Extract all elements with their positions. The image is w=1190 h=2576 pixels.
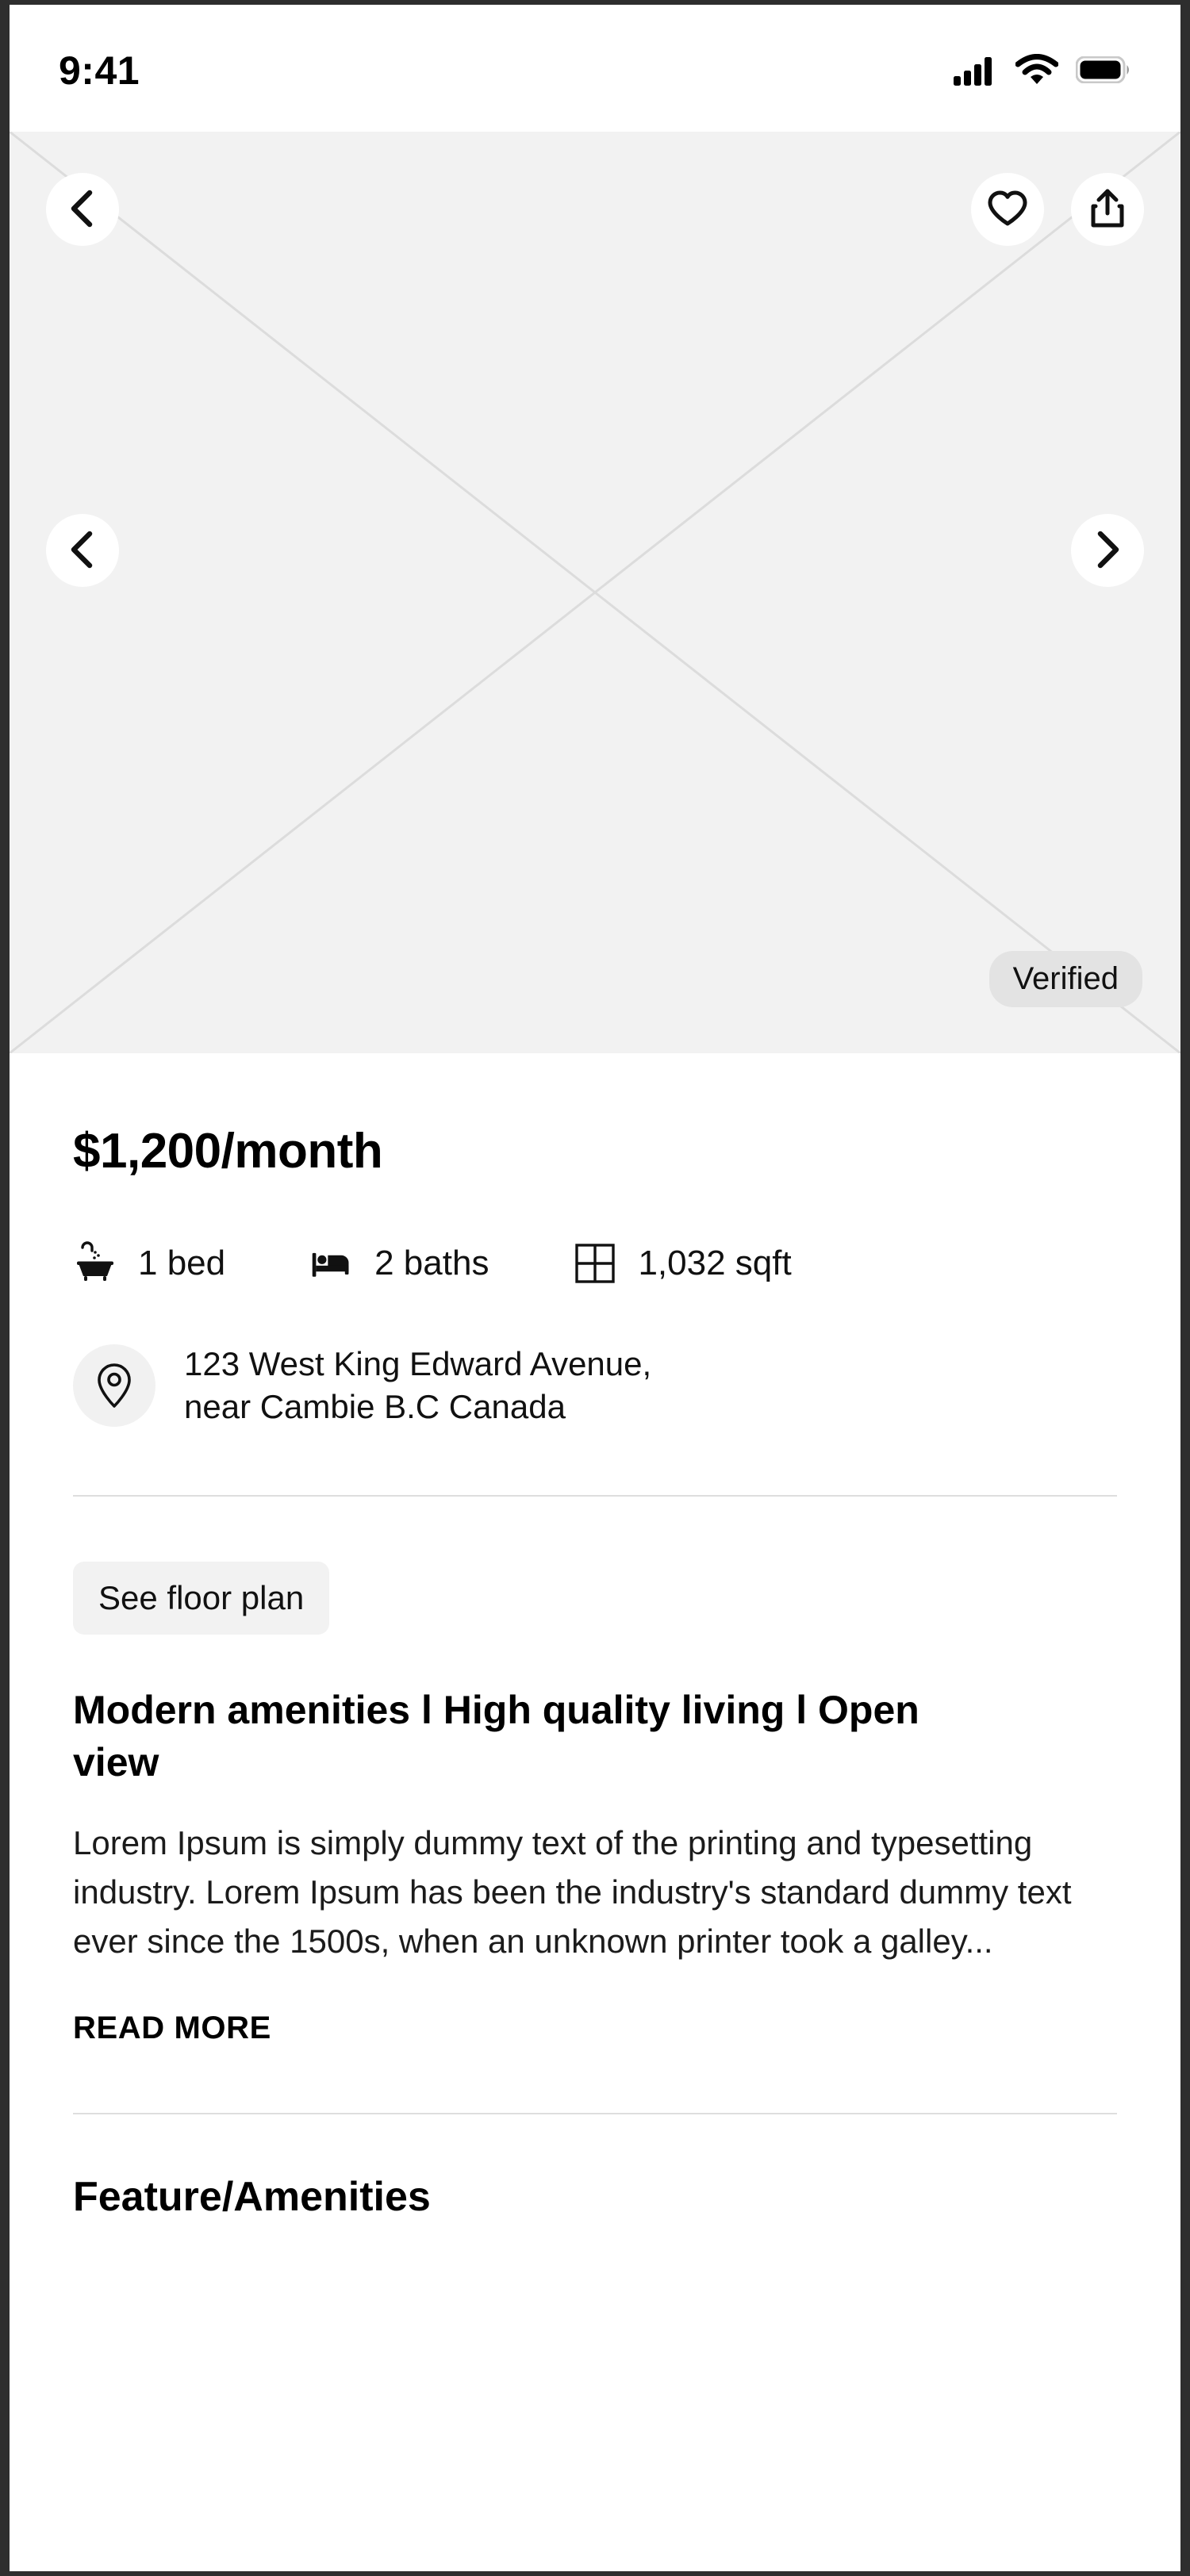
gallery-top-bar xyxy=(10,173,1180,246)
cellular-signal-icon xyxy=(954,54,998,90)
status-bar-time: 9:41 xyxy=(59,48,140,93)
gallery-next-button[interactable] xyxy=(1071,514,1144,587)
device-frame: 9:41 Verified $1,200/month 1 bed 2 baths… xyxy=(0,0,1190,2576)
chevron-right-icon xyxy=(1092,530,1123,572)
spec-baths-label: 2 baths xyxy=(374,1244,489,1282)
listing-specs: 1 bed 2 baths 1,032 sqft xyxy=(73,1241,1117,1286)
gallery-actions xyxy=(971,173,1144,246)
read-more-button[interactable]: READ MORE xyxy=(73,2011,271,2046)
description-body: Lorem Ipsum is simply dummy text of the … xyxy=(73,1823,1072,1960)
spec-beds: 1 bed xyxy=(73,1241,225,1286)
amenities-section-title: Feature/Amenities xyxy=(73,2173,431,2220)
status-bar: 9:41 xyxy=(10,5,1180,132)
listing-price: $1,200/month xyxy=(73,1124,383,1179)
description-title: Modern amenities l High quality living l… xyxy=(73,1687,919,1784)
image-gallery[interactable]: Verified xyxy=(10,132,1180,1053)
divider xyxy=(73,1494,1117,1497)
divider-bottom xyxy=(73,2112,1117,2114)
bed-icon xyxy=(309,1241,354,1286)
heart-icon xyxy=(987,190,1028,230)
listing-details: $1,200/month 1 bed 2 baths 1,032 sqft 12… xyxy=(10,1053,1180,2221)
listing-address[interactable]: 123 West King Edward Avenue, near Cambie… xyxy=(73,1343,1117,1428)
spec-area: 1,032 sqft xyxy=(573,1241,792,1286)
gallery-carousel-controls xyxy=(10,514,1180,587)
location-pin-icon xyxy=(73,1344,155,1427)
bathtub-icon xyxy=(73,1241,117,1286)
spec-beds-label: 1 bed xyxy=(138,1244,226,1282)
share-icon xyxy=(1088,188,1127,232)
verified-badge: Verified xyxy=(988,951,1142,1007)
chevron-left-icon xyxy=(67,530,98,572)
address-text: 123 West King Edward Avenue, near Cambie… xyxy=(184,1343,651,1428)
app-screen: 9:41 Verified $1,200/month 1 bed 2 baths… xyxy=(10,5,1180,2571)
area-grid-icon xyxy=(573,1241,617,1286)
spec-baths: 2 baths xyxy=(309,1241,489,1286)
back-button[interactable] xyxy=(46,173,119,246)
see-floor-plan-button[interactable]: See floor plan xyxy=(73,1561,330,1635)
favorite-button[interactable] xyxy=(971,173,1044,246)
battery-icon xyxy=(1075,56,1131,87)
wifi-icon xyxy=(1015,53,1059,90)
address-line-1: 123 West King Edward Avenue, xyxy=(184,1345,652,1382)
spec-area-label: 1,032 sqft xyxy=(638,1244,792,1282)
chevron-left-icon xyxy=(67,189,98,231)
share-button[interactable] xyxy=(1071,173,1144,246)
gallery-prev-button[interactable] xyxy=(46,514,119,587)
address-line-2: near Cambie B.C Canada xyxy=(184,1387,566,1425)
image-placeholder xyxy=(10,132,1180,1053)
status-bar-icons xyxy=(954,53,1131,90)
